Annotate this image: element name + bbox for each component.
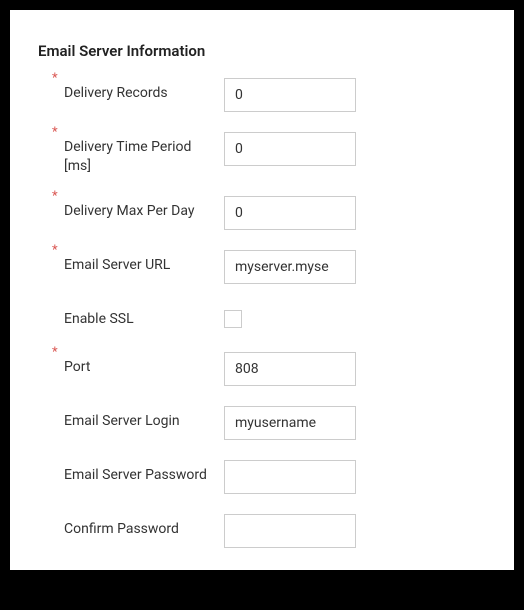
- label-email-server-password: Email Server Password: [64, 460, 224, 485]
- row-email-server-password: Email Server Password: [64, 460, 486, 494]
- input-delivery-time-period[interactable]: [224, 132, 356, 166]
- label-port: Port: [64, 352, 224, 377]
- checkbox-enable-ssl[interactable]: [224, 310, 242, 328]
- label-delivery-time-period: Delivery Time Period [ms]: [64, 132, 224, 176]
- input-port[interactable]: [224, 352, 356, 386]
- row-email-server-url: * Email Server URL: [64, 250, 486, 284]
- form-area: * Delivery Records * Delivery Time Perio…: [38, 78, 486, 548]
- row-port: * Port: [64, 352, 486, 386]
- input-email-server-login[interactable]: [224, 406, 356, 440]
- required-indicator: *: [52, 190, 58, 203]
- row-enable-ssl: Enable SSL: [64, 304, 486, 332]
- row-delivery-time-period: * Delivery Time Period [ms]: [64, 132, 486, 176]
- label-email-server-url: Email Server URL: [64, 250, 224, 275]
- label-confirm-password: Confirm Password: [64, 514, 224, 539]
- required-indicator: *: [52, 126, 58, 139]
- label-delivery-records: Delivery Records: [64, 78, 224, 103]
- input-delivery-max-per-day[interactable]: [224, 196, 356, 230]
- row-confirm-password: Confirm Password: [64, 514, 486, 548]
- section-title: Email Server Information: [38, 42, 486, 60]
- input-delivery-records[interactable]: [224, 78, 356, 112]
- required-indicator: *: [52, 244, 58, 257]
- email-server-panel: Email Server Information * Delivery Reco…: [10, 10, 514, 570]
- input-email-server-url[interactable]: [224, 250, 356, 284]
- input-email-server-password[interactable]: [224, 460, 356, 494]
- label-email-server-login: Email Server Login: [64, 406, 224, 431]
- label-delivery-max-per-day: Delivery Max Per Day: [64, 196, 224, 221]
- required-indicator: *: [52, 72, 58, 85]
- input-confirm-password[interactable]: [224, 514, 356, 548]
- row-delivery-records: * Delivery Records: [64, 78, 486, 112]
- row-delivery-max-per-day: * Delivery Max Per Day: [64, 196, 486, 230]
- required-indicator: *: [52, 346, 58, 359]
- row-email-server-login: Email Server Login: [64, 406, 486, 440]
- label-enable-ssl: Enable SSL: [64, 304, 224, 329]
